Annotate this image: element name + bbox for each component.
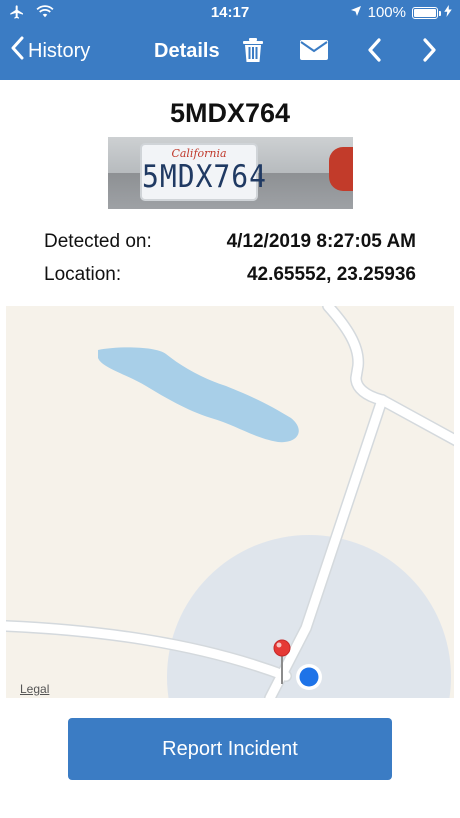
legal-link[interactable]: Legal: [20, 682, 49, 696]
chevron-right-icon: [423, 37, 437, 67]
back-label: History: [28, 39, 91, 62]
navigation-bar: History Details: [0, 30, 460, 74]
location-arrow-icon: [350, 4, 362, 21]
plate-number: 5MDX764: [169, 98, 291, 128]
chevron-left-icon: [10, 36, 24, 66]
email-button[interactable]: [296, 34, 332, 70]
charging-bolt-icon: [444, 4, 452, 21]
chevron-left-icon: [367, 37, 381, 67]
lake-shape: [98, 347, 299, 443]
detected-label: Detected on:: [44, 231, 152, 252]
map-canvas: [6, 306, 454, 698]
status-bar: 14:17 100%: [0, 0, 460, 26]
plate-photo-number: 5MDX764: [142, 158, 268, 195]
location-value: 42.65552, 23.25936: [246, 264, 416, 285]
license-plate-image: California 5MDX764: [140, 143, 268, 201]
plate-photo: California 5MDX764: [108, 137, 353, 209]
battery-percentage: 100%: [367, 4, 406, 21]
nav-title: Details: [154, 40, 220, 62]
next-button[interactable]: [412, 34, 448, 70]
mail-icon: [299, 39, 329, 66]
user-location-dot: [296, 664, 322, 690]
delete-button[interactable]: [235, 34, 271, 70]
top-bar: 14:17 100% History Details: [0, 0, 460, 80]
map-view[interactable]: Legal: [6, 306, 454, 698]
battery-icon: [412, 6, 441, 19]
location-label: Location:: [44, 264, 122, 285]
previous-button[interactable]: [356, 34, 392, 70]
detected-value: 4/12/2019 8:27:05 AM: [226, 231, 416, 252]
report-incident-button[interactable]: Report Incident: [68, 718, 392, 780]
back-button[interactable]: History: [10, 36, 90, 66]
trash-icon: [242, 37, 264, 68]
tail-light: [329, 147, 353, 191]
